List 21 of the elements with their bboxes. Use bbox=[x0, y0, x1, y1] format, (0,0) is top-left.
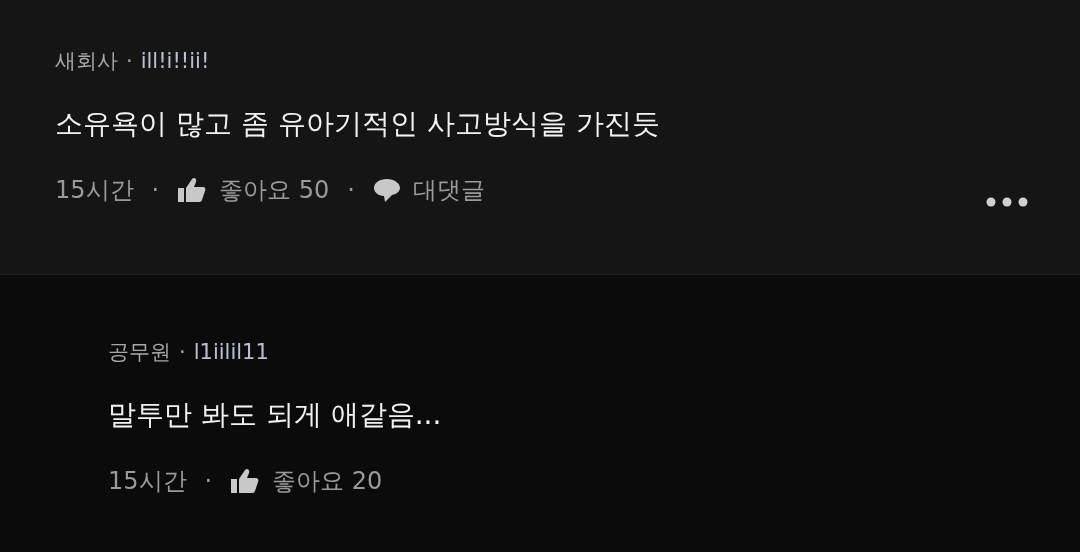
timestamp: 15시간 bbox=[55, 175, 134, 206]
reply-button[interactable]: 대댓글 bbox=[373, 174, 485, 206]
separator-dot: · bbox=[151, 176, 160, 204]
comment-text: 말투만 봐도 되게 애같음... bbox=[108, 397, 443, 433]
more-icon bbox=[986, 197, 1028, 207]
speech-bubble-icon bbox=[373, 177, 401, 203]
more-options-button[interactable] bbox=[986, 197, 1028, 207]
author-name: 공무원 bbox=[108, 339, 171, 366]
thumbs-up-icon bbox=[230, 468, 261, 494]
separator-dot: · bbox=[179, 340, 186, 364]
comment-text: 소유욕이 많고 좀 유아기적인 사고방식을 가진듯 bbox=[55, 106, 661, 142]
like-button[interactable]: 좋아요 20 bbox=[230, 465, 383, 497]
like-button[interactable]: 좋아요 50 bbox=[177, 174, 330, 206]
timestamp: 15시간 bbox=[108, 466, 187, 497]
separator-dot: · bbox=[126, 49, 133, 73]
separator-dot: · bbox=[204, 467, 213, 495]
separator-dot: · bbox=[347, 176, 355, 204]
author-name: 새회사 bbox=[55, 48, 118, 75]
user-handle: l1iilil11 bbox=[193, 340, 269, 364]
thumbs-up-icon bbox=[177, 177, 208, 203]
user-handle: ill!i!!ii! bbox=[140, 49, 210, 73]
